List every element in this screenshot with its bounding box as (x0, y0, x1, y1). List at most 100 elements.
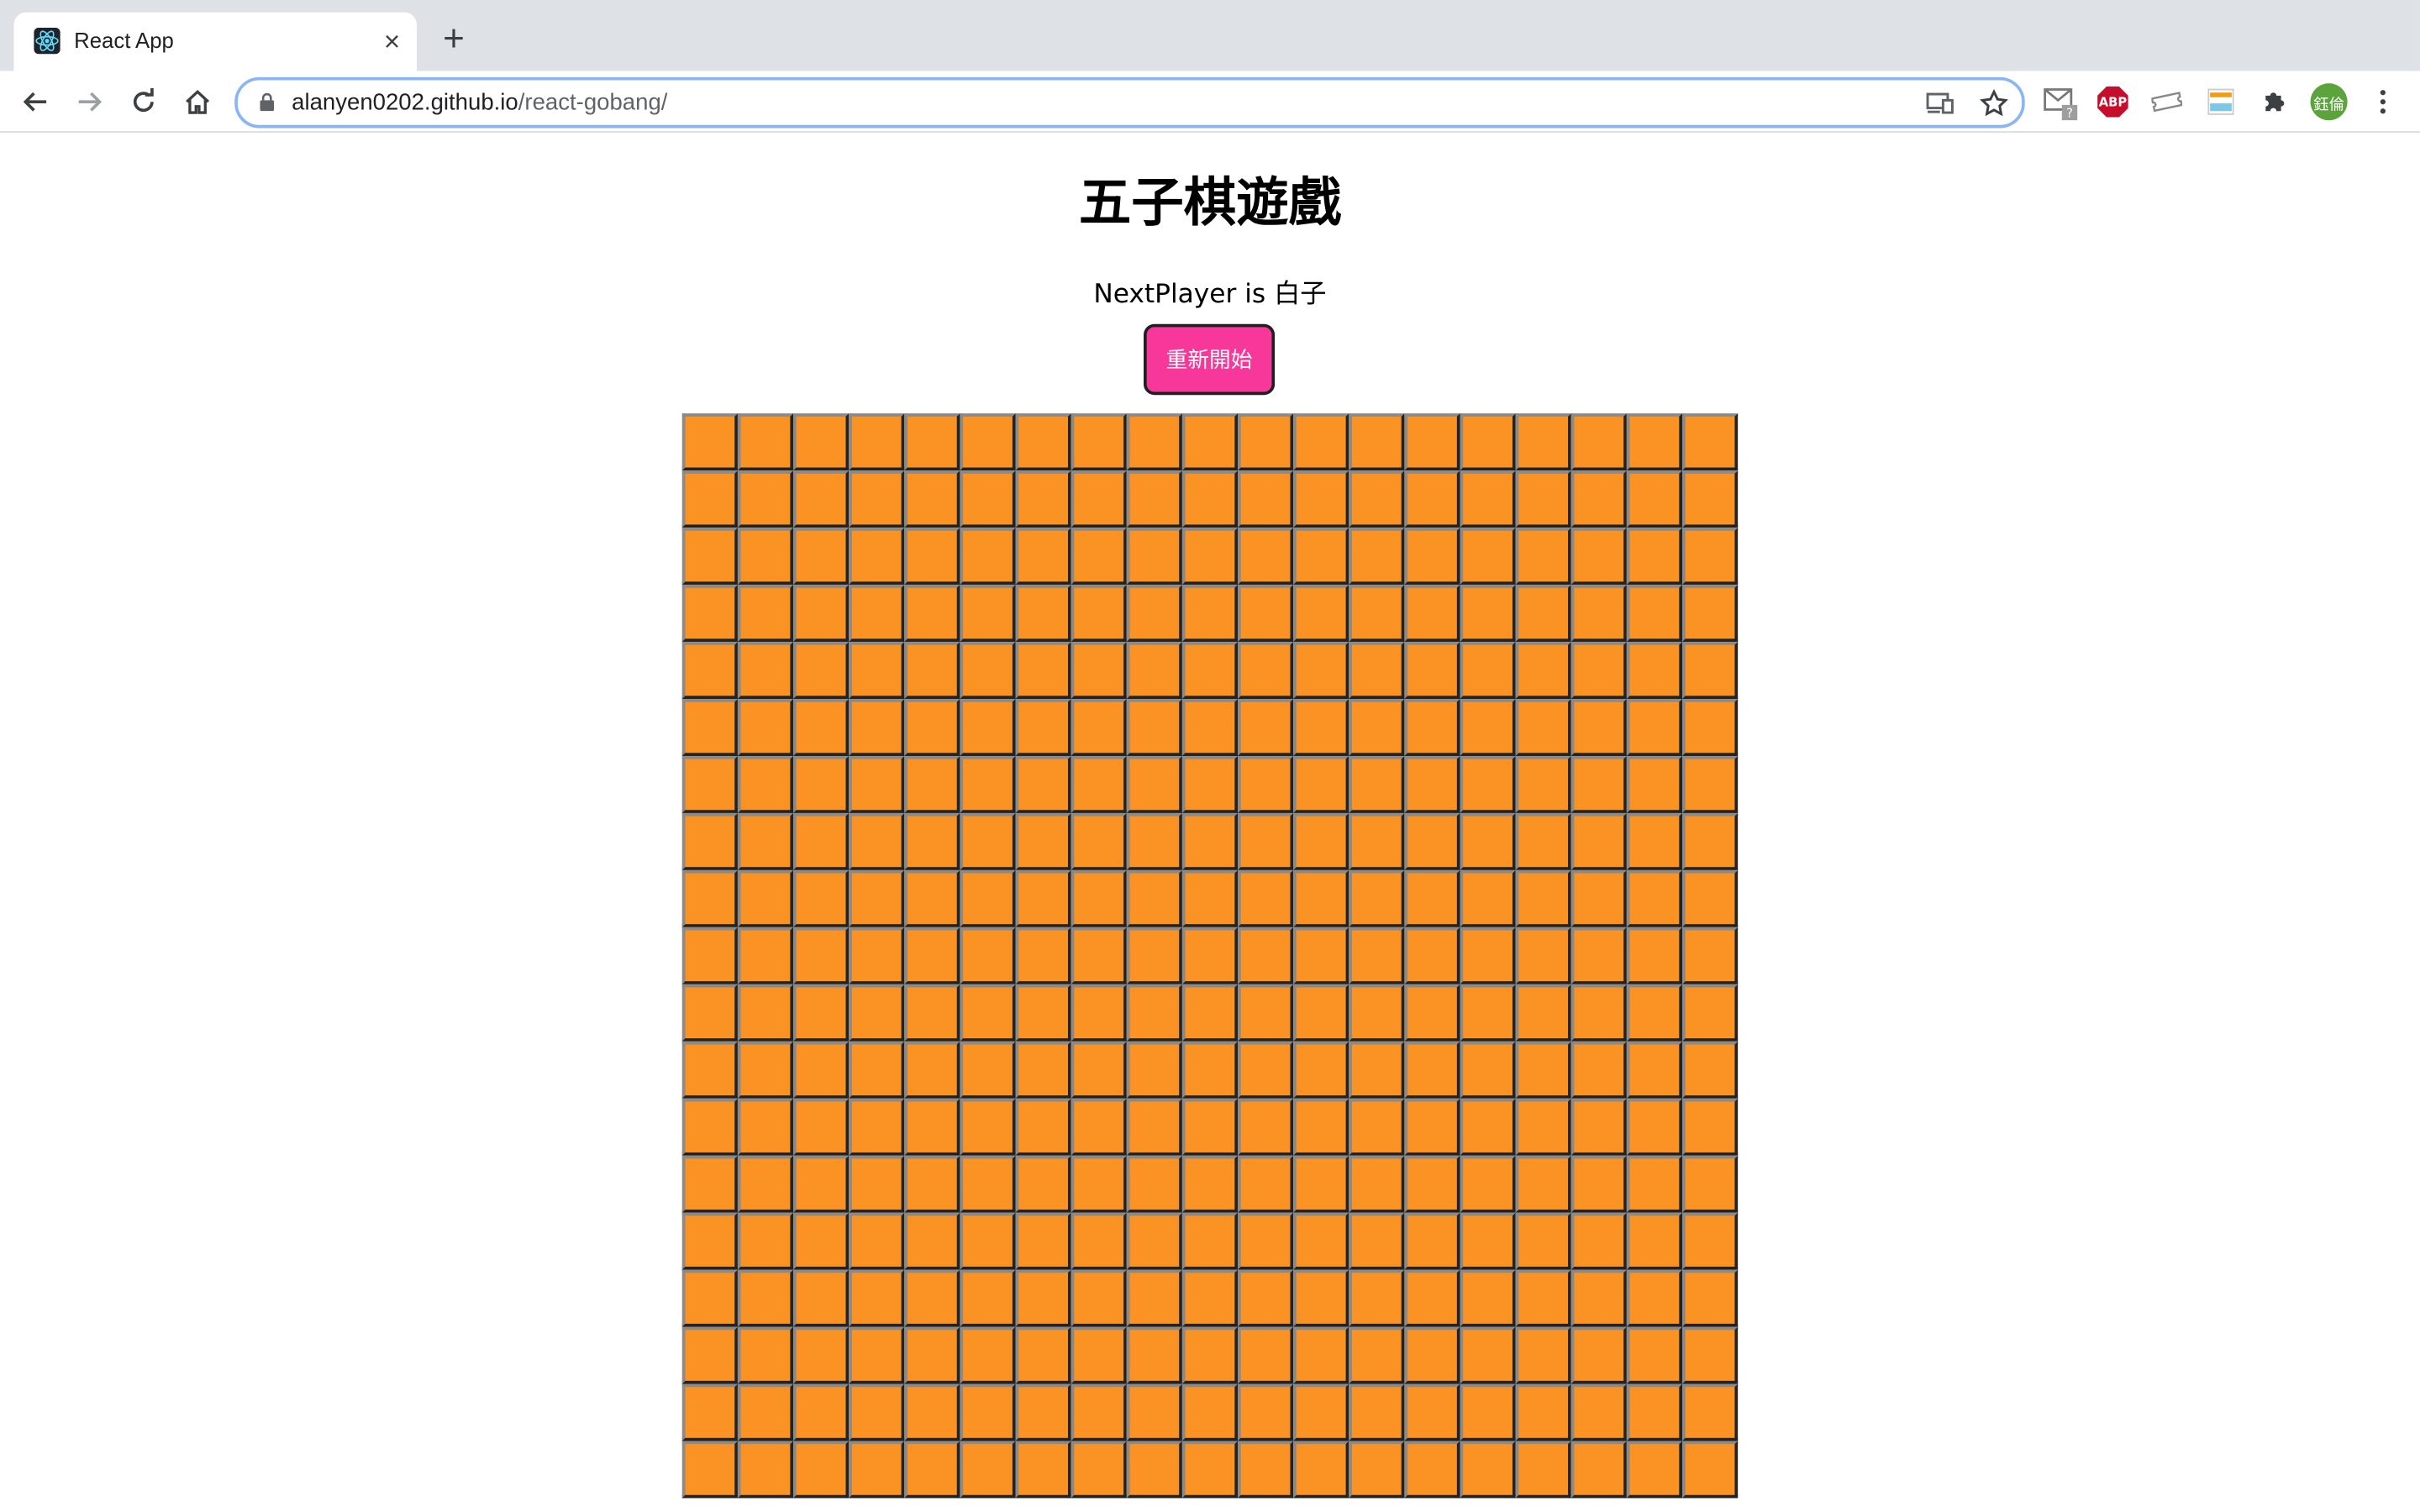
board-cell[interactable] (849, 927, 905, 984)
board-cell[interactable] (960, 1098, 1016, 1156)
board-cell[interactable] (1238, 1098, 1294, 1156)
board-cell[interactable] (1181, 869, 1239, 927)
board-cell[interactable] (960, 812, 1016, 870)
browser-tab[interactable]: React App × (13, 12, 417, 71)
board-cell[interactable] (1071, 927, 1127, 984)
board-cell[interactable] (1460, 869, 1516, 927)
board-cell[interactable] (1349, 984, 1405, 1042)
board-cell[interactable] (1349, 1326, 1405, 1384)
board-cell[interactable] (1293, 1098, 1349, 1156)
board-cell[interactable] (1181, 413, 1239, 471)
board-cell[interactable] (1238, 812, 1294, 870)
board-cell[interactable] (1293, 642, 1349, 700)
board-cell[interactable] (960, 642, 1016, 700)
board-cell[interactable] (681, 927, 738, 984)
board-cell[interactable] (793, 470, 850, 528)
board-cell[interactable] (737, 585, 794, 643)
board-cell[interactable] (960, 1269, 1016, 1327)
board-cell[interactable] (1293, 1326, 1349, 1384)
board-cell[interactable] (1015, 869, 1071, 927)
board-cell[interactable] (960, 1155, 1016, 1213)
restart-button[interactable]: 重新開始 (1143, 323, 1276, 396)
board-cell[interactable] (1460, 413, 1516, 471)
board-cell[interactable] (1293, 1441, 1349, 1499)
board-cell[interactable] (1682, 927, 1739, 984)
board-cell[interactable] (1181, 642, 1239, 700)
board-cell[interactable] (1238, 927, 1294, 984)
board-cell[interactable] (1626, 984, 1683, 1042)
board-cell[interactable] (1293, 413, 1349, 471)
board-cell[interactable] (1293, 1383, 1349, 1441)
board-cell[interactable] (737, 1155, 794, 1213)
board-cell[interactable] (1515, 1383, 1571, 1441)
board-cell[interactable] (1515, 470, 1571, 528)
board-cell[interactable] (1460, 755, 1516, 813)
home-button[interactable] (177, 81, 218, 122)
profile-avatar[interactable]: 鈺倫 (2310, 83, 2348, 121)
board-cell[interactable] (1682, 1269, 1739, 1327)
board-cell[interactable] (1349, 413, 1405, 471)
board-cell[interactable] (1126, 470, 1182, 528)
board-cell[interactable] (1570, 812, 1627, 870)
board-cell[interactable] (1404, 1155, 1460, 1213)
board-cell[interactable] (1570, 755, 1627, 813)
board-cell[interactable] (1293, 528, 1349, 585)
board-cell[interactable] (1515, 1155, 1571, 1213)
board-cell[interactable] (1293, 755, 1349, 813)
reload-button[interactable] (124, 81, 164, 122)
new-tab-button[interactable]: + (435, 21, 472, 59)
board-cell[interactable] (1126, 755, 1182, 813)
board-cell[interactable] (1126, 1212, 1182, 1270)
board-cell[interactable] (1626, 755, 1683, 813)
board-cell[interactable] (849, 1383, 905, 1441)
board-cell[interactable] (1404, 1041, 1460, 1099)
board-cell[interactable] (1293, 1155, 1349, 1213)
board-cell[interactable] (1015, 413, 1071, 471)
board-cell[interactable] (1626, 869, 1683, 927)
board-cell[interactable] (1349, 1155, 1405, 1213)
board-cell[interactable] (1349, 927, 1405, 984)
board-cell[interactable] (1238, 699, 1294, 756)
board-cell[interactable] (793, 585, 850, 643)
board-cell[interactable] (1015, 927, 1071, 984)
board-cell[interactable] (1570, 470, 1627, 528)
board-cell[interactable] (1181, 585, 1239, 643)
board-cell[interactable] (1626, 1269, 1683, 1327)
board-cell[interactable] (1015, 755, 1071, 813)
board-cell[interactable] (1570, 1441, 1627, 1499)
board-cell[interactable] (960, 984, 1016, 1042)
board-cell[interactable] (681, 1041, 738, 1099)
board-cell[interactable] (1682, 1383, 1739, 1441)
board-cell[interactable] (1349, 1098, 1405, 1156)
board-cell[interactable] (960, 1441, 1016, 1499)
board-cell[interactable] (960, 755, 1016, 813)
board-cell[interactable] (904, 1098, 960, 1156)
board-cell[interactable] (1515, 642, 1571, 700)
board-cell[interactable] (1570, 1269, 1627, 1327)
board-cell[interactable] (1015, 1212, 1071, 1270)
board-cell[interactable] (681, 1383, 738, 1441)
board-cell[interactable] (681, 585, 738, 643)
board-cell[interactable] (904, 1441, 960, 1499)
board-cell[interactable] (681, 413, 738, 471)
board-cell[interactable] (1682, 585, 1739, 643)
board-cell[interactable] (1126, 1269, 1182, 1327)
board-cell[interactable] (1404, 927, 1460, 984)
board-cell[interactable] (1126, 1098, 1182, 1156)
board-cell[interactable] (681, 755, 738, 813)
board-cell[interactable] (1181, 1269, 1239, 1327)
board-cell[interactable] (1015, 699, 1071, 756)
board-cell[interactable] (1181, 1098, 1239, 1156)
board-cell[interactable] (1293, 585, 1349, 643)
board-cell[interactable] (1181, 927, 1239, 984)
board-cell[interactable] (849, 812, 905, 870)
board-cell[interactable] (1515, 1441, 1571, 1499)
board-cell[interactable] (1238, 413, 1294, 471)
board-cell[interactable] (960, 528, 1016, 585)
board-cell[interactable] (904, 984, 960, 1042)
board-cell[interactable] (1181, 1155, 1239, 1213)
board-cell[interactable] (793, 927, 850, 984)
board-cell[interactable] (1071, 1098, 1127, 1156)
board-cell[interactable] (1126, 1383, 1182, 1441)
board-cell[interactable] (1460, 812, 1516, 870)
